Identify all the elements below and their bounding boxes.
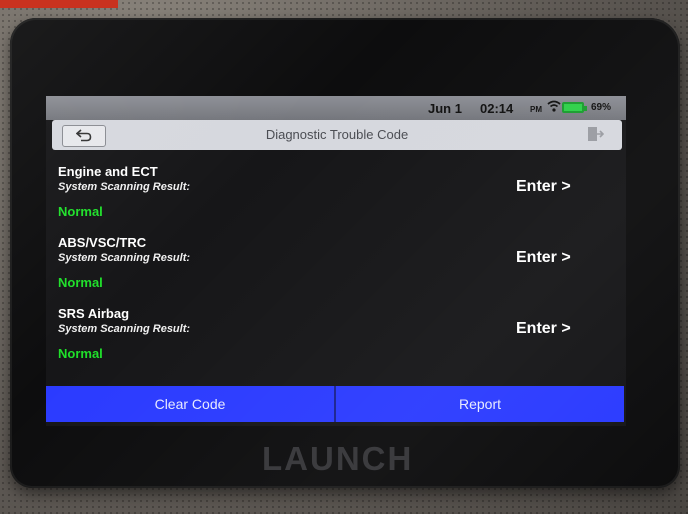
system-row-engine-ect: Engine and ECT System Scanning Result: N… [54,160,614,231]
system-scan-label: System Scanning Result: [58,181,191,193]
page-title: Diagnostic Trouble Code [265,127,409,142]
system-scan-label: System Scanning Result: [58,252,191,264]
wifi-icon [547,99,561,116]
status-bar: Jun 1 02:14 PM 69% [46,96,626,120]
exit-icon [588,127,605,141]
report-button[interactable]: Report [334,386,624,422]
system-name: ABS/VSC/TRC [58,235,147,250]
system-result: Normal [58,204,103,219]
system-scan-label: System Scanning Result: [58,323,191,335]
red-object [0,0,118,8]
system-list: Engine and ECT System Scanning Result: N… [54,160,614,373]
enter-button[interactable]: Enter > [516,249,571,267]
system-row-abs-vsc-trc: ABS/VSC/TRC System Scanning Result: Norm… [54,231,614,302]
brand-logo: LAUNCH [262,440,414,477]
action-bar: Clear Code Report [46,386,624,422]
battery-icon [562,102,587,113]
enter-button[interactable]: Enter > [516,178,571,196]
system-result: Normal [58,346,103,361]
title-bar: Diagnostic Trouble Code [52,120,622,150]
exit-button[interactable] [586,125,605,148]
system-name: Engine and ECT [58,164,158,179]
status-time: 02:14 [480,101,514,116]
enter-button[interactable]: Enter > [516,320,571,338]
status-ampm: PM [530,105,542,114]
status-date: Jun 1 [428,101,462,116]
clear-code-button[interactable]: Clear Code [46,386,334,422]
system-row-srs-airbag: SRS Airbag System Scanning Result: Norma… [54,302,614,373]
system-name: SRS Airbag [58,306,130,321]
battery-percent: 69% [591,102,612,113]
system-result: Normal [58,275,103,290]
device-screen: Jun 1 02:14 PM 69% Diagnostic Trouble Co… [46,96,626,426]
